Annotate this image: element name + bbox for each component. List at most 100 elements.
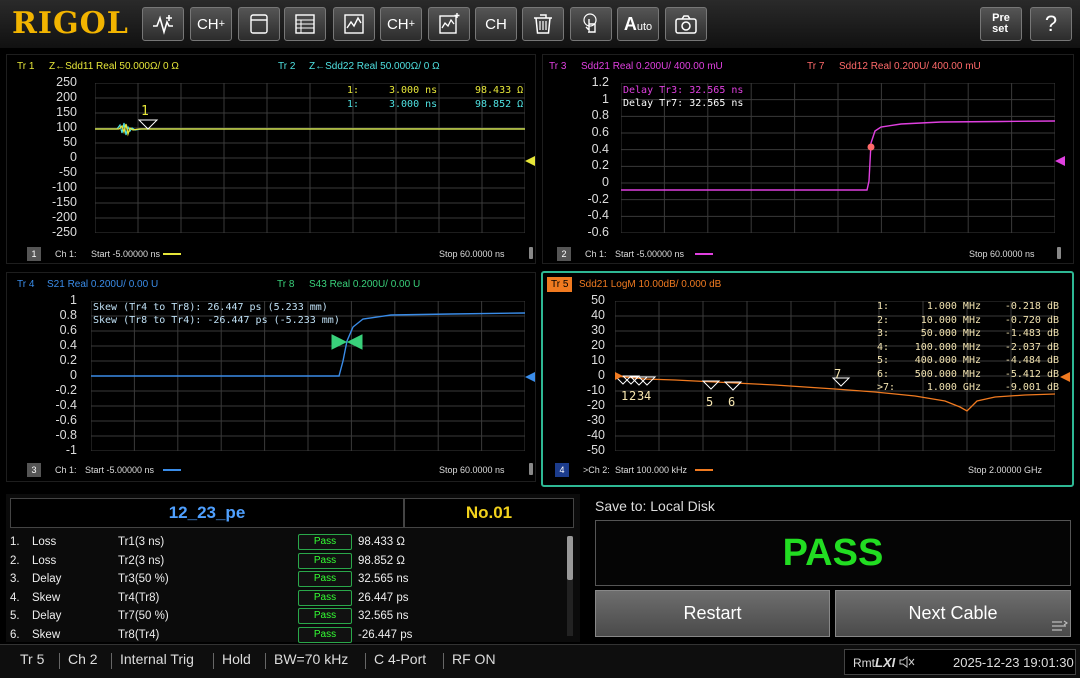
trace-panel-1[interactable]: Tr 1 Z←Sdd11 Real 50.000Ω/ 0 Ω Tr 2 Z←Sd… xyxy=(6,54,536,264)
result-type: Delay xyxy=(32,573,62,585)
status-separator xyxy=(265,653,266,669)
start-freq[interactable]: Start -5.00000 ns xyxy=(85,465,154,475)
status-item[interactable]: RF ON xyxy=(452,651,496,667)
marker-table-button[interactable] xyxy=(284,7,326,41)
channel-window-number[interactable]: 3 xyxy=(27,463,41,477)
result-row[interactable]: 2. Loss Tr2(3 ns) 98.852 Ω Pass xyxy=(10,552,560,571)
reference-arrow-icon[interactable] xyxy=(525,155,537,167)
results-scrollbar[interactable] xyxy=(567,536,573,636)
trace-5-id[interactable]: Tr 5 xyxy=(547,277,573,292)
y-tick-label: -0.6 xyxy=(55,413,77,427)
status-item[interactable]: Hold xyxy=(222,651,251,667)
y-tick-label: 150 xyxy=(56,105,77,119)
trace-legend-line xyxy=(695,253,713,255)
rmt-label: Rmt xyxy=(853,656,875,670)
trace-button[interactable] xyxy=(333,7,375,41)
status-item[interactable]: Ch 2 xyxy=(68,651,98,667)
marker-2-x: 3.000 ns xyxy=(389,99,438,110)
scroll-handle[interactable] xyxy=(1057,247,1061,259)
result-row[interactable]: 1. Loss Tr1(3 ns) 98.433 Ω Pass xyxy=(10,534,560,552)
test-control-pane: Save to: Local Disk PASS Restart Next Ca… xyxy=(590,494,1074,642)
channel-copy-label: CH xyxy=(386,15,409,33)
trace-8-id[interactable]: Tr 8 xyxy=(277,279,294,290)
channel-copy-button[interactable]: CH + xyxy=(380,7,422,41)
delete-button[interactable] xyxy=(522,7,564,41)
touch-button[interactable] xyxy=(570,7,612,41)
cable-name: 12_23_pe xyxy=(10,498,404,528)
reference-arrow-icon[interactable] xyxy=(1055,155,1067,167)
result-type: Loss xyxy=(32,536,57,548)
trace-panel-3[interactable]: Tr 4 S21 Real 0.200U/ 0.00 U Tr 8 S43 Re… xyxy=(6,272,536,482)
y-tick-label: 0.4 xyxy=(59,338,77,352)
trace-4-id[interactable]: Tr 4 xyxy=(17,279,34,290)
menu-icon[interactable] xyxy=(1052,619,1069,631)
result-type: Skew xyxy=(32,591,61,604)
trace-8-desc: S43 Real 0.200U/ 0.00 U xyxy=(309,279,421,290)
y-tick-label: 200 xyxy=(56,90,77,104)
stop-freq[interactable]: Stop 60.0000 ns xyxy=(439,465,505,475)
y-tick-label: -0.6 xyxy=(587,225,609,239)
trace-panel-2[interactable]: Tr 3 Sdd21 Real 0.200U/ 400.00 mU Tr 7 S… xyxy=(542,54,1074,264)
result-row[interactable]: 4. Skew Tr4(Tr8) 26.447 ps Pass xyxy=(10,589,560,608)
stop-freq[interactable]: Stop 60.0000 ns xyxy=(969,249,1035,259)
marker-table-index: 6: xyxy=(877,368,890,380)
scrollbar-thumb[interactable] xyxy=(567,536,573,580)
restart-button[interactable]: Restart xyxy=(595,590,830,637)
stop-freq[interactable]: Stop 2.00000 GHz xyxy=(968,465,1042,475)
trace-7-desc: Sdd12 Real 0.200U/ 400.00 mU xyxy=(839,61,981,72)
window-button[interactable] xyxy=(238,7,280,41)
y-tick-label: 0.6 xyxy=(59,323,77,337)
trace-7-id[interactable]: Tr 7 xyxy=(807,61,824,72)
channel-window-number[interactable]: 2 xyxy=(557,247,571,261)
screenshot-button[interactable] xyxy=(665,7,707,41)
next-cable-button[interactable]: Next Cable xyxy=(835,590,1071,637)
trace-2-id[interactable]: Tr 2 xyxy=(278,61,295,72)
channel-add-button[interactable]: CH + xyxy=(190,7,232,41)
status-item[interactable]: Tr 5 xyxy=(20,651,44,667)
marker-table-frequency: 100.000 MHz xyxy=(914,341,981,353)
result-row[interactable]: 3. Delay Tr3(50 %) 32.565 ns Pass xyxy=(10,571,560,589)
cable-number: No.01 xyxy=(404,498,574,528)
marker-table-value: -0.720 dB xyxy=(1004,314,1059,326)
marker-number-label: 7 xyxy=(834,367,842,381)
measure-button[interactable] xyxy=(142,7,184,41)
save-location: Save to: Local Disk xyxy=(595,498,715,514)
result-trace: Tr8(Tr4) xyxy=(118,628,160,641)
trace-3-id[interactable]: Tr 3 xyxy=(549,61,566,72)
scroll-handle[interactable] xyxy=(529,247,533,259)
reference-arrow-icon[interactable] xyxy=(525,371,537,383)
result-row[interactable]: 5. Delay Tr7(50 %) 32.565 ns Pass xyxy=(10,608,560,626)
camera-icon xyxy=(675,15,697,34)
y-tick-label: 100 xyxy=(56,120,77,134)
preset-label: Pre set xyxy=(992,12,1010,35)
speaker-mute-icon[interactable] xyxy=(899,655,915,669)
start-freq[interactable]: Start 100.000 kHz xyxy=(615,465,687,475)
plot-area-1[interactable] xyxy=(94,82,526,234)
status-item[interactable]: C 4-Port xyxy=(374,651,426,667)
start-freq[interactable]: Start -5.00000 ns xyxy=(91,249,160,259)
status-item[interactable]: Internal Trig xyxy=(120,651,194,667)
trace-1-id[interactable]: Tr 1 xyxy=(17,61,34,72)
marker-table-value: -5.412 dB xyxy=(1004,368,1059,380)
result-trace: Tr3(50 %) xyxy=(118,573,169,585)
result-trace: Tr1(3 ns) xyxy=(118,536,165,548)
stop-freq[interactable]: Stop 60.0000 ns xyxy=(439,249,505,259)
marker-number-label: 2 xyxy=(629,389,637,403)
waveform-plus-icon xyxy=(153,15,173,35)
channel-button[interactable]: CH xyxy=(475,7,517,41)
marker-table-value: -4.484 dB xyxy=(1004,355,1059,366)
trace-add-button[interactable] xyxy=(428,7,470,41)
preset-button[interactable]: Pre set xyxy=(980,7,1022,41)
auto-button[interactable]: Auto xyxy=(617,7,659,41)
start-freq[interactable]: Start -5.00000 ns xyxy=(615,249,684,259)
result-row[interactable]: 6. Skew Tr8(Tr4) -26.447 ps Pass xyxy=(10,626,560,645)
status-item[interactable]: BW=70 kHz xyxy=(274,651,348,667)
scroll-handle[interactable] xyxy=(529,463,533,475)
result-index: 1. xyxy=(10,536,20,548)
channel-window-number[interactable]: 4 xyxy=(555,463,569,477)
reference-arrow-icon[interactable] xyxy=(1060,371,1072,383)
channel-window-number[interactable]: 1 xyxy=(27,247,41,261)
help-button[interactable]: ? xyxy=(1030,7,1072,41)
trace-panel-4[interactable]: Tr 5 Sdd21 LogM 10.00dB/ 0.000 dB 50 40 30… xyxy=(541,271,1074,487)
y-tick-label: -0.4 xyxy=(587,208,609,223)
